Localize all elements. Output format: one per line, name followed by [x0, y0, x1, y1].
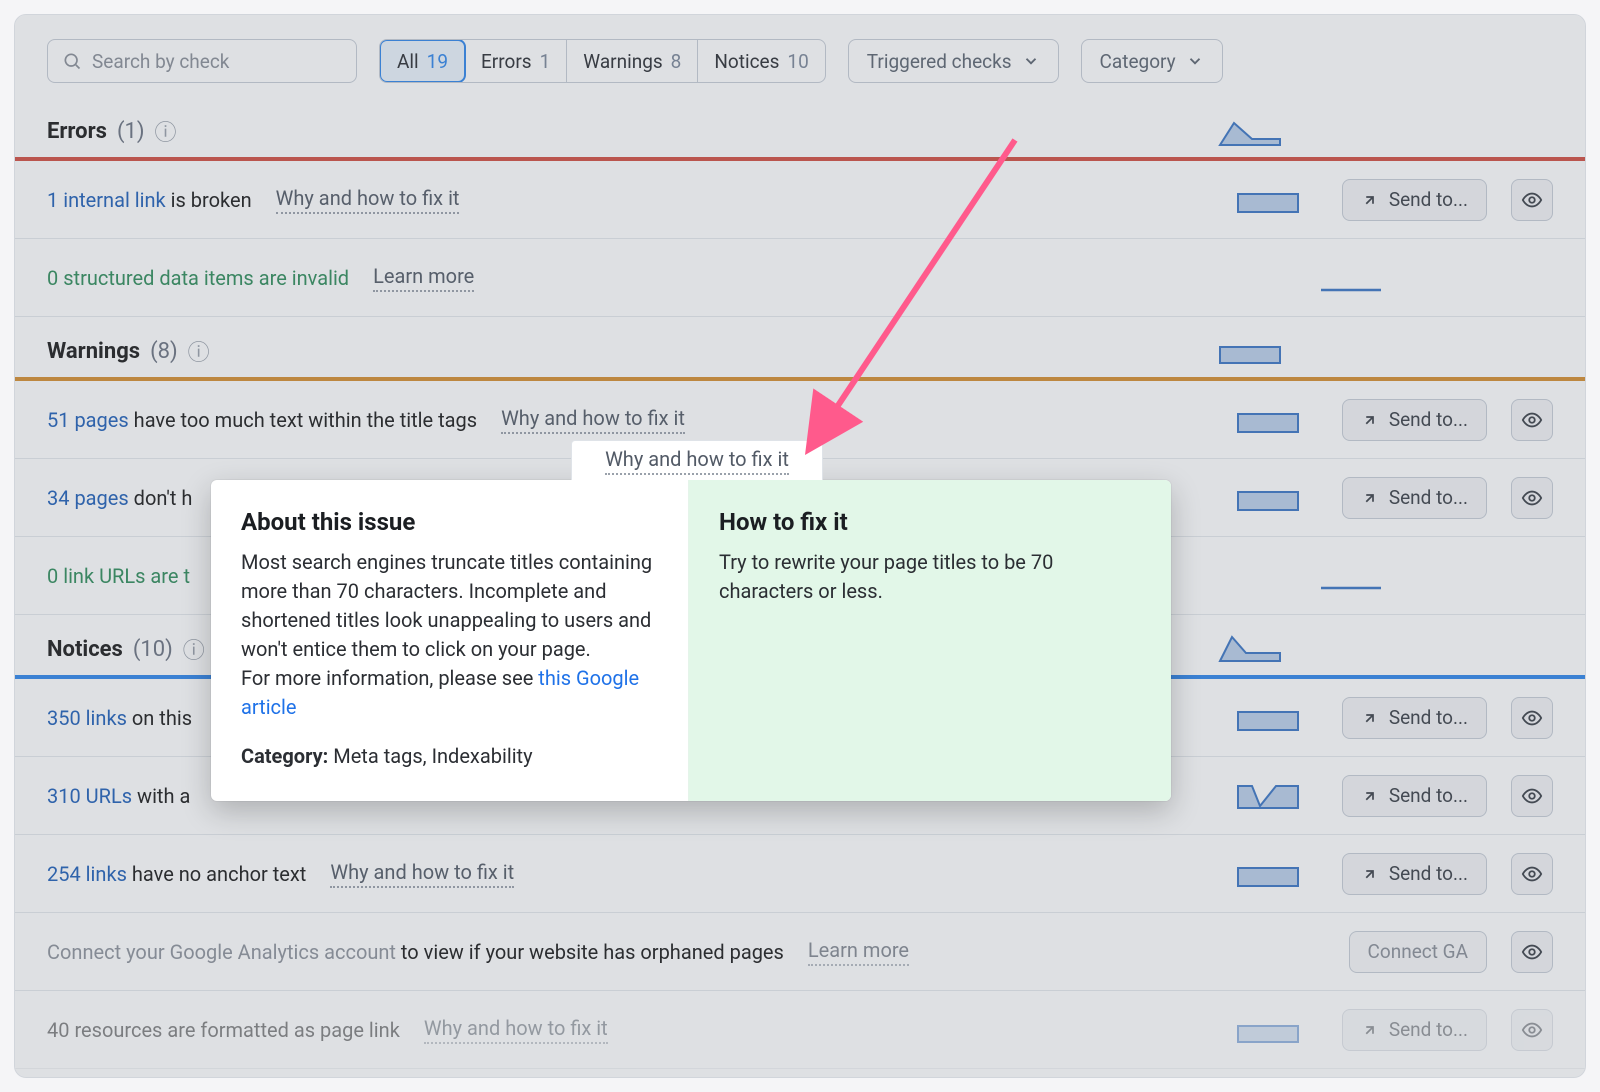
eye-icon — [1521, 785, 1543, 807]
fix-panel: How to fix it Try to rewrite your page t… — [689, 480, 1171, 801]
issue-link[interactable]: 1 internal link — [47, 188, 166, 212]
issue-link[interactable]: 34 pages — [47, 486, 129, 510]
filter-warnings[interactable]: Warnings 8 — [567, 40, 698, 82]
chevron-down-icon — [1186, 52, 1204, 70]
errors-header: Errors (1) ⓘ — [15, 97, 1585, 157]
why-link[interactable]: Why and how to fix it — [501, 406, 685, 434]
send-to-button[interactable]: Send to... — [1342, 179, 1487, 221]
eye-icon — [1521, 487, 1543, 509]
eye-icon — [1521, 863, 1543, 885]
issue-row: 1 internal link is broken Why and how to… — [15, 161, 1585, 239]
share-icon — [1361, 1021, 1379, 1039]
chevron-down-icon — [1022, 52, 1040, 70]
issue-row: 0 structured data items are invalid Lear… — [15, 239, 1585, 317]
connect-ga-link[interactable]: Connect your Google Analytics account — [47, 940, 396, 964]
learn-more-link[interactable]: Learn more — [373, 264, 474, 292]
info-icon[interactable]: ⓘ — [155, 115, 177, 147]
issue-row: 254 links have no anchor text Why and ho… — [15, 835, 1585, 913]
share-icon — [1361, 709, 1379, 727]
warnings-header: Warnings (8) ⓘ — [15, 317, 1585, 377]
issue-link[interactable]: 350 links — [47, 706, 127, 730]
share-icon — [1361, 489, 1379, 507]
share-icon — [1361, 865, 1379, 883]
send-to-button[interactable]: Send to... — [1342, 477, 1487, 519]
info-icon[interactable]: ⓘ — [188, 335, 210, 367]
about-body: Most search engines truncate titles cont… — [241, 548, 658, 722]
eye-icon — [1521, 189, 1543, 211]
search-input[interactable]: Search by check — [47, 39, 357, 83]
issue-link[interactable]: 254 links — [47, 862, 127, 886]
filter-errors[interactable]: Errors 1 — [465, 40, 567, 82]
fix-body: Try to rewrite your page titles to be 70… — [719, 548, 1141, 606]
hide-button[interactable] — [1511, 931, 1553, 973]
sparkline — [1215, 115, 1285, 147]
sparkline — [1236, 1014, 1300, 1046]
hide-button[interactable] — [1511, 697, 1553, 739]
sparkline — [1236, 702, 1300, 734]
hide-button[interactable] — [1511, 399, 1553, 441]
sparkline — [1215, 633, 1285, 665]
sparkline — [1319, 262, 1383, 294]
sparkline — [1319, 560, 1383, 592]
issue-row: Connect your Google Analytics account to… — [15, 913, 1585, 991]
hide-button[interactable] — [1511, 775, 1553, 817]
category-line: Category: Meta tags, Indexability — [241, 742, 658, 771]
hide-button[interactable] — [1511, 477, 1553, 519]
sparkline — [1236, 404, 1300, 436]
why-link[interactable]: Why and how to fix it — [330, 860, 514, 888]
sparkline — [1236, 858, 1300, 890]
about-panel: About this issue Most search engines tru… — [211, 480, 689, 801]
sparkline — [1236, 482, 1300, 514]
filter-all[interactable]: All 19 — [379, 39, 466, 83]
hide-button[interactable] — [1511, 1009, 1553, 1051]
send-to-button[interactable]: Send to... — [1342, 853, 1487, 895]
connect-ga-button[interactable]: Connect GA — [1349, 931, 1487, 973]
severity-filter: All 19 Errors 1 Warnings 8 Notices 10 — [379, 39, 826, 83]
category-dropdown[interactable]: Category — [1081, 39, 1223, 83]
issue-row: 40 resources are formatted as page link … — [15, 991, 1585, 1069]
eye-icon — [1521, 941, 1543, 963]
send-to-button[interactable]: Send to... — [1342, 775, 1487, 817]
why-link[interactable]: Why and how to fix it — [424, 1016, 608, 1044]
send-to-button[interactable]: Send to... — [1342, 399, 1487, 441]
share-icon — [1361, 787, 1379, 805]
issue-link[interactable]: 51 pages — [47, 408, 129, 432]
hide-button[interactable] — [1511, 179, 1553, 221]
issue-tooltip: About this issue Most search engines tru… — [211, 480, 1171, 801]
why-link-active[interactable]: Why and how to fix it — [571, 440, 823, 480]
toolbar: Search by check All 19 Errors 1 Warnings… — [15, 15, 1585, 97]
errors-section: Errors (1) ⓘ 1 internal link is broken W… — [15, 97, 1585, 317]
eye-icon — [1521, 707, 1543, 729]
sparkline — [1236, 780, 1300, 812]
share-icon — [1361, 411, 1379, 429]
send-to-button[interactable]: Send to... — [1342, 1009, 1487, 1051]
why-link[interactable]: Why and how to fix it — [276, 186, 460, 214]
search-placeholder: Search by check — [92, 50, 229, 73]
filter-notices[interactable]: Notices 10 — [698, 40, 824, 82]
fix-title: How to fix it — [719, 508, 1141, 536]
hide-button[interactable] — [1511, 853, 1553, 895]
triggered-checks-dropdown[interactable]: Triggered checks — [848, 39, 1059, 83]
info-icon[interactable]: ⓘ — [183, 633, 205, 665]
eye-icon — [1521, 409, 1543, 431]
search-icon — [62, 51, 82, 71]
learn-more-link[interactable]: Learn more — [808, 938, 909, 966]
send-to-button[interactable]: Send to... — [1342, 697, 1487, 739]
sparkline — [1215, 335, 1285, 367]
share-icon — [1361, 191, 1379, 209]
sparkline — [1236, 184, 1300, 216]
issue-link[interactable]: 310 URLs — [47, 784, 132, 808]
about-title: About this issue — [241, 508, 658, 536]
eye-icon — [1521, 1019, 1543, 1041]
